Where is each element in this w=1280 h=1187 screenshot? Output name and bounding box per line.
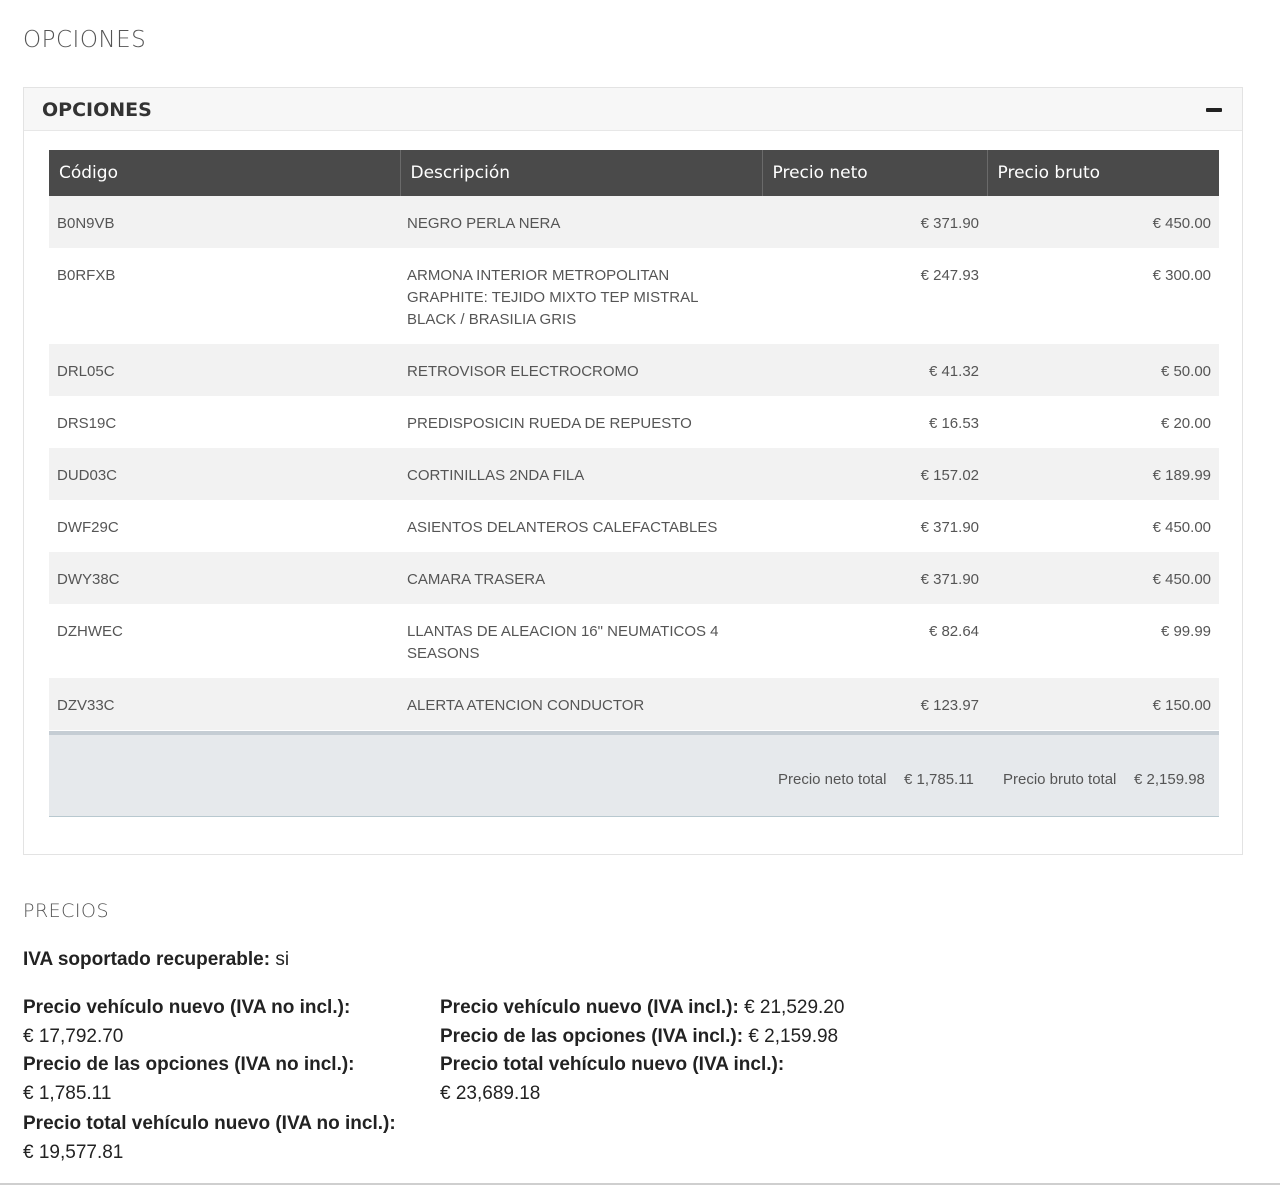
cell-descripcion: PREDISPOSICIN RUEDA DE REPUESTO <box>400 396 762 448</box>
right-label-2: Precio total vehículo nuevo (IVA incl.): <box>440 1054 785 1075</box>
column-header-precio-bruto[interactable]: Precio bruto <box>987 150 1219 196</box>
left-price-value-0: € 17,792.70 <box>23 1026 124 1047</box>
left-price-value-1: € 1,785.11 <box>23 1083 112 1104</box>
cell-descripcion: ASIENTOS DELANTEROS CALEFACTABLES <box>400 500 762 552</box>
totals-bar: Precio neto total € 1,785.11 Precio brut… <box>49 731 1219 817</box>
table-row: DZHWEC LLANTAS DE ALEACION 16" NEUMATICOS… <box>49 604 1219 678</box>
left-price-line-label-2: Precio total vehículo nuevo (IVA no incl… <box>23 1109 396 1138</box>
cell-precio-bruto: € 150.00 <box>987 678 1219 730</box>
cell-precio-neto: € 371.90 <box>762 500 987 552</box>
right-price-line-1: Precio de las opciones (IVA incl.): € 2,… <box>440 1022 838 1051</box>
cell-precio-neto: € 41.32 <box>762 344 987 396</box>
left-price-value-2: € 19,577.81 <box>23 1142 124 1163</box>
cell-codigo: DWY38C <box>49 552 400 604</box>
cell-precio-neto: € 157.02 <box>762 448 987 500</box>
section-title-precios: PRECIOS <box>23 900 110 922</box>
cell-precio-bruto: € 450.00 <box>987 500 1219 552</box>
right-price-line-0: Precio vehículo nuevo (IVA incl.): € 21,… <box>440 993 844 1022</box>
right-label-1: Precio de las opciones (IVA incl.): <box>440 1026 744 1047</box>
table-row: DRL05C RETROVISOR ELECTROCROMO € 41.32 € 50… <box>49 344 1219 396</box>
total-bruto-value: € 2,159.98 <box>1134 771 1205 788</box>
left-label-2: Precio total vehículo nuevo (IVA no incl… <box>23 1113 396 1134</box>
cell-precio-neto: € 123.97 <box>762 678 987 730</box>
table-row: DWY38C CAMARA TRASERA € 371.90 € 450.00 <box>49 552 1219 604</box>
left-price-line-label-0: Precio vehículo nuevo (IVA no incl.): <box>23 993 350 1022</box>
table-row: B0N9VB NEGRO PERLA NERA € 371.90 € 450.00 <box>49 196 1219 248</box>
right-price-line-label-2: Precio total vehículo nuevo (IVA incl.): <box>440 1050 784 1079</box>
table-row: DUD03C CORTINILLAS 2NDA FILA € 157.02 € 189… <box>49 448 1219 500</box>
cell-descripcion: NEGRO PERLA NERA <box>400 196 762 248</box>
cell-precio-neto: € 247.93 <box>762 248 987 344</box>
total-neto-label: Precio neto total <box>778 771 887 788</box>
options-panel: OPCIONES Código Descripción Precio neto … <box>23 87 1243 855</box>
total-bruto-label: Precio bruto total <box>1003 771 1117 788</box>
iva-recuperable: IVA soportado recuperable: si <box>23 945 289 974</box>
cell-codigo: DWF29C <box>49 500 400 552</box>
left-label-0: Precio vehículo nuevo (IVA no incl.): <box>23 997 351 1018</box>
cell-codigo: DRS19C <box>49 396 400 448</box>
table-row: DRS19C PREDISPOSICIN RUEDA DE REPUESTO € 1… <box>49 396 1219 448</box>
cell-precio-bruto: € 300.00 <box>987 248 1219 344</box>
table-header-row: Código Descripción Precio neto Precio br… <box>49 150 1219 196</box>
cell-codigo: DUD03C <box>49 448 400 500</box>
cell-codigo: DZV33C <box>49 678 400 730</box>
cell-descripcion: CORTINILLAS 2NDA FILA <box>400 448 762 500</box>
cell-precio-bruto: € 450.00 <box>987 196 1219 248</box>
cell-precio-neto: € 371.90 <box>762 552 987 604</box>
cell-descripcion: CAMARA TRASERA <box>400 552 762 604</box>
right-value-0: € 21,529.20 <box>744 997 845 1018</box>
column-header-codigo[interactable]: Código <box>49 150 401 196</box>
panel-header[interactable]: OPCIONES <box>24 88 1242 131</box>
cell-precio-bruto: € 20.00 <box>987 396 1219 448</box>
table-row: DWF29C ASIENTOS DELANTEROS CALEFACTABLES €… <box>49 500 1219 552</box>
footer-divider <box>0 1183 1280 1185</box>
right-price-value-2: € 23,689.18 <box>440 1083 541 1104</box>
cell-precio-neto: € 82.64 <box>762 604 987 678</box>
cell-descripcion: LLANTAS DE ALEACION 16" NEUMATICOS 4 SEA… <box>400 604 762 678</box>
table-row: DZV33C ALERTA ATENCION CONDUCTOR € 123.97 €… <box>49 678 1219 730</box>
cell-precio-bruto: € 99.99 <box>987 604 1219 678</box>
right-label-0: Precio vehículo nuevo (IVA incl.): <box>440 997 739 1018</box>
options-table: Código Descripción Precio neto Precio br… <box>49 150 1219 730</box>
cell-precio-neto: € 16.53 <box>762 396 987 448</box>
cell-codigo: DZHWEC <box>49 604 400 678</box>
cell-codigo: B0N9VB <box>49 196 400 248</box>
left-label-1: Precio de las opciones (IVA no incl.): <box>23 1054 355 1075</box>
iva-value: si <box>275 949 290 970</box>
minus-icon-bar <box>1206 108 1222 112</box>
cell-precio-bruto: € 450.00 <box>987 552 1219 604</box>
cell-precio-bruto: € 50.00 <box>987 344 1219 396</box>
cell-codigo: DRL05C <box>49 344 400 396</box>
minus-icon[interactable] <box>1204 102 1224 116</box>
section-title-opciones: OPCIONES <box>23 27 147 53</box>
table-row: B0RFXB ARMONA INTERIOR METROPOLITAN GRAPH… <box>49 248 1219 344</box>
cell-codigo: B0RFXB <box>49 248 400 344</box>
cell-descripcion: ALERTA ATENCION CONDUCTOR <box>400 678 762 730</box>
cell-precio-bruto: € 189.99 <box>987 448 1219 500</box>
right-value-1: € 2,159.98 <box>748 1026 839 1047</box>
total-neto-value: € 1,785.11 <box>904 771 974 788</box>
column-header-descripcion[interactable]: Descripción <box>400 150 763 196</box>
cell-precio-neto: € 371.90 <box>762 196 987 248</box>
iva-label: IVA soportado recuperable: <box>23 949 271 970</box>
left-price-line-label-1: Precio de las opciones (IVA no incl.): <box>23 1050 355 1079</box>
panel-title: OPCIONES <box>42 99 152 121</box>
column-header-precio-neto[interactable]: Precio neto <box>762 150 988 196</box>
cell-descripcion: ARMONA INTERIOR METROPOLITAN GRAPHITE: T… <box>400 248 762 344</box>
cell-descripcion: RETROVISOR ELECTROCROMO <box>400 344 762 396</box>
